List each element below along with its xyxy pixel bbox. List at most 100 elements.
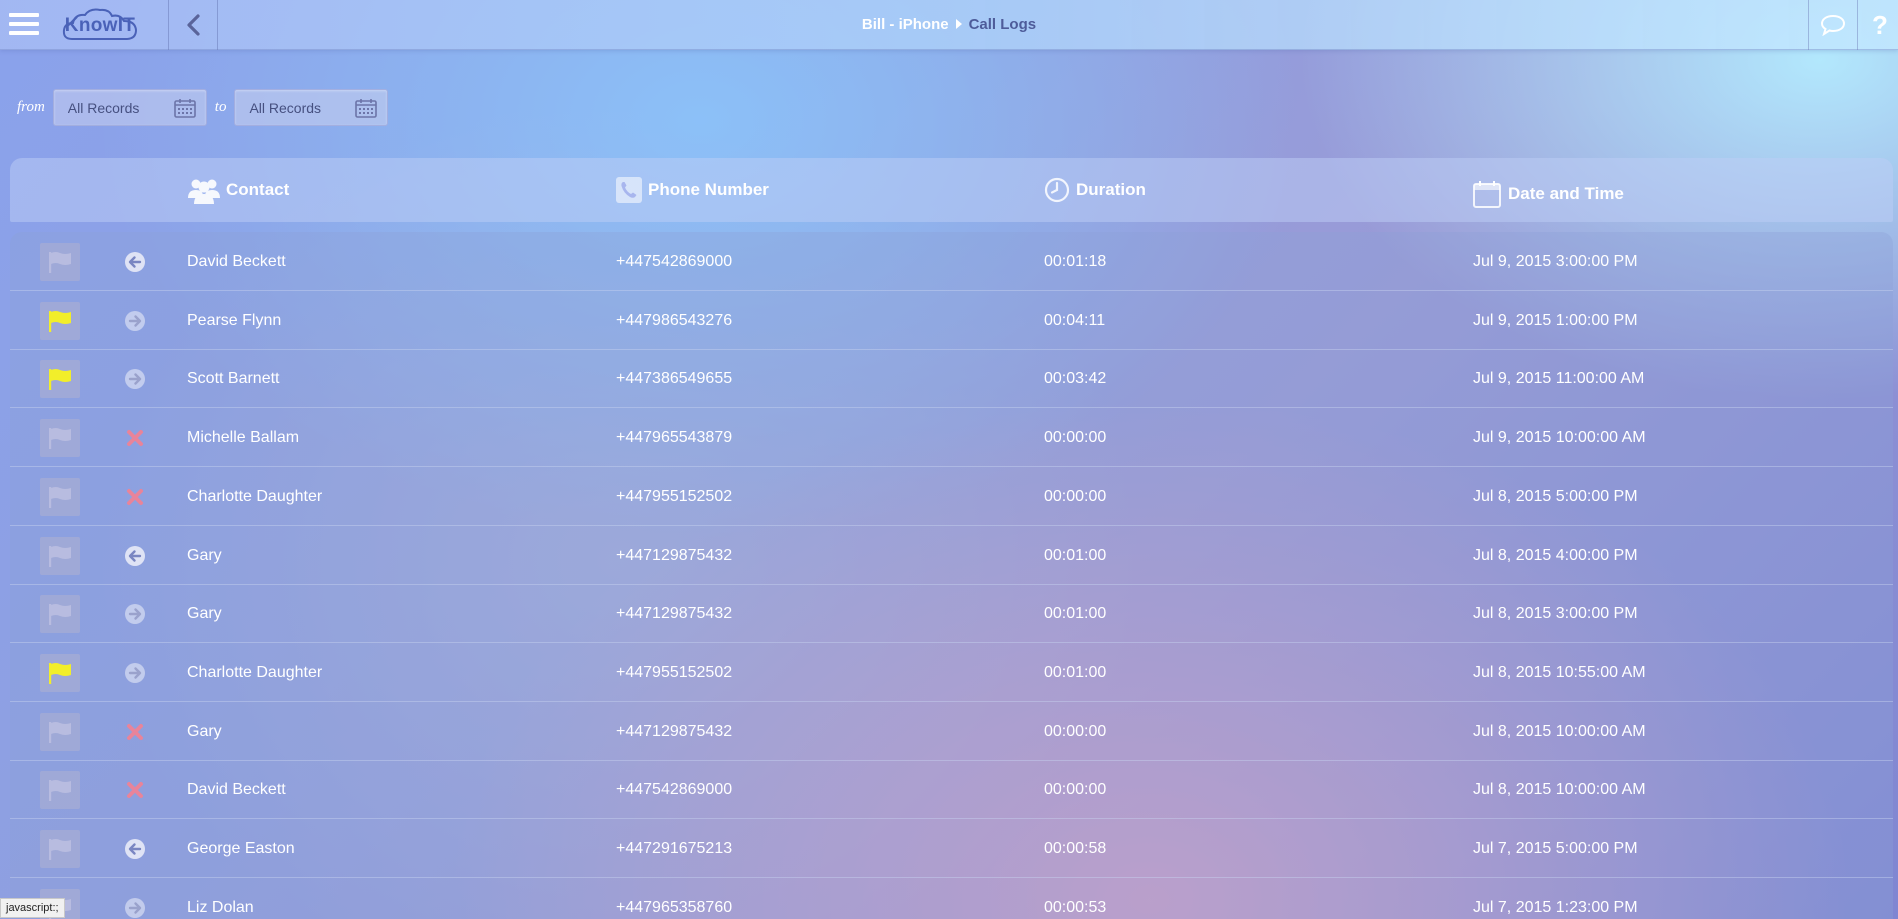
column-header-date[interactable]: Date and Time <box>1472 162 1624 226</box>
flag-button[interactable] <box>40 419 80 458</box>
call-duration: 00:00:53 <box>1044 898 1107 916</box>
knowit-logo[interactable]: KnowIT <box>62 7 138 43</box>
phone-header-label: Phone Number <box>648 180 769 199</box>
outgoing-call-icon <box>125 604 145 625</box>
call-date-time: Jul 9, 2015 1:00:00 PM <box>1473 311 1638 329</box>
flag-button[interactable] <box>40 477 80 516</box>
table-row[interactable]: Gary +447129875432 00:00:00 Jul 8, 2015 10:… <box>10 702 1893 761</box>
call-date-time: Jul 8, 2015 5:00:00 PM <box>1473 487 1638 505</box>
call-duration: 00:00:00 <box>1044 722 1107 740</box>
table-row[interactable]: Scott Barnett +447386549655 00:03:42 Jul 9,… <box>10 349 1893 409</box>
date-header-label: Date and Time <box>1508 184 1624 203</box>
menu-button[interactable] <box>9 13 39 37</box>
people-icon <box>188 179 220 204</box>
breadcrumb-device[interactable]: Bill - iPhone <box>862 16 949 33</box>
contact-name: Michelle Ballam <box>187 429 300 447</box>
phone-number: +447542869000 <box>616 253 733 270</box>
flag-button[interactable] <box>40 243 80 281</box>
calendar-icon[interactable] <box>355 98 378 118</box>
contact-name: Gary <box>187 546 222 564</box>
breadcrumb-current-page: Call Logs <box>968 15 1037 33</box>
missed-call-icon <box>127 782 143 799</box>
to-label: to <box>214 99 227 115</box>
table-row[interactable]: Michelle Ballam +447965543879 00:00:00 Jul … <box>10 408 1893 468</box>
call-duration: 00:00:00 <box>1044 781 1107 799</box>
chat-button[interactable] <box>1808 0 1858 50</box>
outgoing-call-icon <box>125 310 145 331</box>
flag-icon <box>49 604 71 626</box>
call-duration: 00:01:00 <box>1044 605 1107 623</box>
flag-icon <box>49 780 71 802</box>
table-row[interactable]: George Easton +447291675213 00:00:58 Jul 7,… <box>10 819 1893 878</box>
flag-button[interactable] <box>40 653 80 692</box>
call-duration: 00:01:18 <box>1044 253 1107 270</box>
contact-name: Pearse Flynn <box>187 311 282 329</box>
flag-button[interactable] <box>40 301 80 340</box>
contact-header-label: Contact <box>226 180 290 199</box>
phone-number: +447965543879 <box>616 429 733 447</box>
question-mark-icon: ? <box>1872 9 1888 40</box>
table-row[interactable]: Gary +447129875432 00:01:00 Jul 8, 2015 3:0… <box>10 584 1893 644</box>
incoming-call-icon <box>125 252 145 272</box>
flag-icon <box>49 310 71 332</box>
chat-bubble-icon <box>1820 14 1846 36</box>
flag-button[interactable] <box>40 360 80 399</box>
phone-icon <box>616 177 642 203</box>
flag-button[interactable] <box>40 771 80 810</box>
calendar-icon[interactable] <box>173 98 196 118</box>
flag-icon <box>49 486 71 508</box>
call-date-time: Jul 7, 2015 5:00:00 PM <box>1473 840 1638 857</box>
chevron-left-icon <box>187 14 200 36</box>
call-date-time: Jul 9, 2015 10:00:00 AM <box>1473 429 1646 447</box>
flag-button[interactable] <box>40 536 80 575</box>
browser-status-bar: javascript:; <box>0 898 65 918</box>
table-row[interactable]: David Beckett +447542869000 00:00:00 Jul 8,… <box>10 760 1893 820</box>
table-row[interactable]: Liz Dolan +447965358760 00:00:53 Jul 7, 201… <box>10 878 1893 919</box>
table-row[interactable]: Gary +447129875432 00:01:00 Jul 8, 2015 4:0… <box>10 526 1893 585</box>
incoming-call-icon <box>125 545 145 566</box>
contact-name: Charlotte Daughter <box>187 663 323 681</box>
flag-icon <box>49 839 71 860</box>
flag-icon <box>49 545 71 567</box>
outgoing-call-icon <box>125 662 145 683</box>
table-row[interactable]: Charlotte Daughter +447955152502 00:01:00 J… <box>10 643 1893 702</box>
table-row[interactable]: Pearse Flynn +447986543276 00:04:11 Jul 9, … <box>10 291 1893 350</box>
missed-call-icon <box>127 723 143 740</box>
table-row[interactable]: David Beckett +447542869000 00:01:18 Jul 9,… <box>10 232 1893 291</box>
phone-number: +447542869000 <box>616 781 733 799</box>
phone-number: +447986543276 <box>616 311 733 329</box>
logo-text: KnowIT <box>64 15 136 36</box>
column-header-phone[interactable]: Phone Number <box>616 158 769 222</box>
to-date-field[interactable] <box>234 89 389 126</box>
call-duration: 00:03:42 <box>1044 370 1107 388</box>
breadcrumb: Bill - iPhone Call Logs <box>0 0 1898 48</box>
outgoing-call-icon <box>125 897 145 918</box>
back-button[interactable] <box>168 0 218 50</box>
flag-button[interactable] <box>40 712 80 751</box>
flag-icon <box>49 252 71 273</box>
from-label: from <box>17 99 45 115</box>
flag-icon <box>49 721 71 743</box>
call-date-time: Jul 9, 2015 3:00:00 PM <box>1473 253 1638 270</box>
help-button[interactable]: ? <box>1862 0 1898 50</box>
from-date-field[interactable] <box>52 89 207 126</box>
flag-button[interactable] <box>40 595 80 634</box>
call-date-time: Jul 7, 2015 1:23:00 PM <box>1473 898 1638 916</box>
call-duration: 00:00:00 <box>1044 487 1107 505</box>
contact-name: Gary <box>187 605 222 623</box>
clock-icon <box>1044 177 1070 203</box>
phone-number: +447955152502 <box>616 663 733 681</box>
flag-button[interactable] <box>40 830 80 868</box>
column-header-duration[interactable]: Duration <box>1044 158 1146 222</box>
outgoing-call-icon <box>125 369 145 390</box>
contact-name: Scott Barnett <box>187 370 280 388</box>
phone-number: +447129875432 <box>616 546 733 564</box>
flag-icon <box>49 428 71 450</box>
contact-name: George Easton <box>187 840 295 857</box>
date-filter: from to <box>17 89 396 126</box>
call-date-time: Jul 8, 2015 10:00:00 AM <box>1473 722 1646 740</box>
table-row[interactable]: Charlotte Daughter +447955152502 00:00:00 J… <box>10 467 1893 526</box>
call-date-time: Jul 8, 2015 10:55:00 AM <box>1473 663 1646 681</box>
column-header-contact[interactable]: Contact <box>188 158 289 222</box>
flag-icon <box>49 369 71 391</box>
